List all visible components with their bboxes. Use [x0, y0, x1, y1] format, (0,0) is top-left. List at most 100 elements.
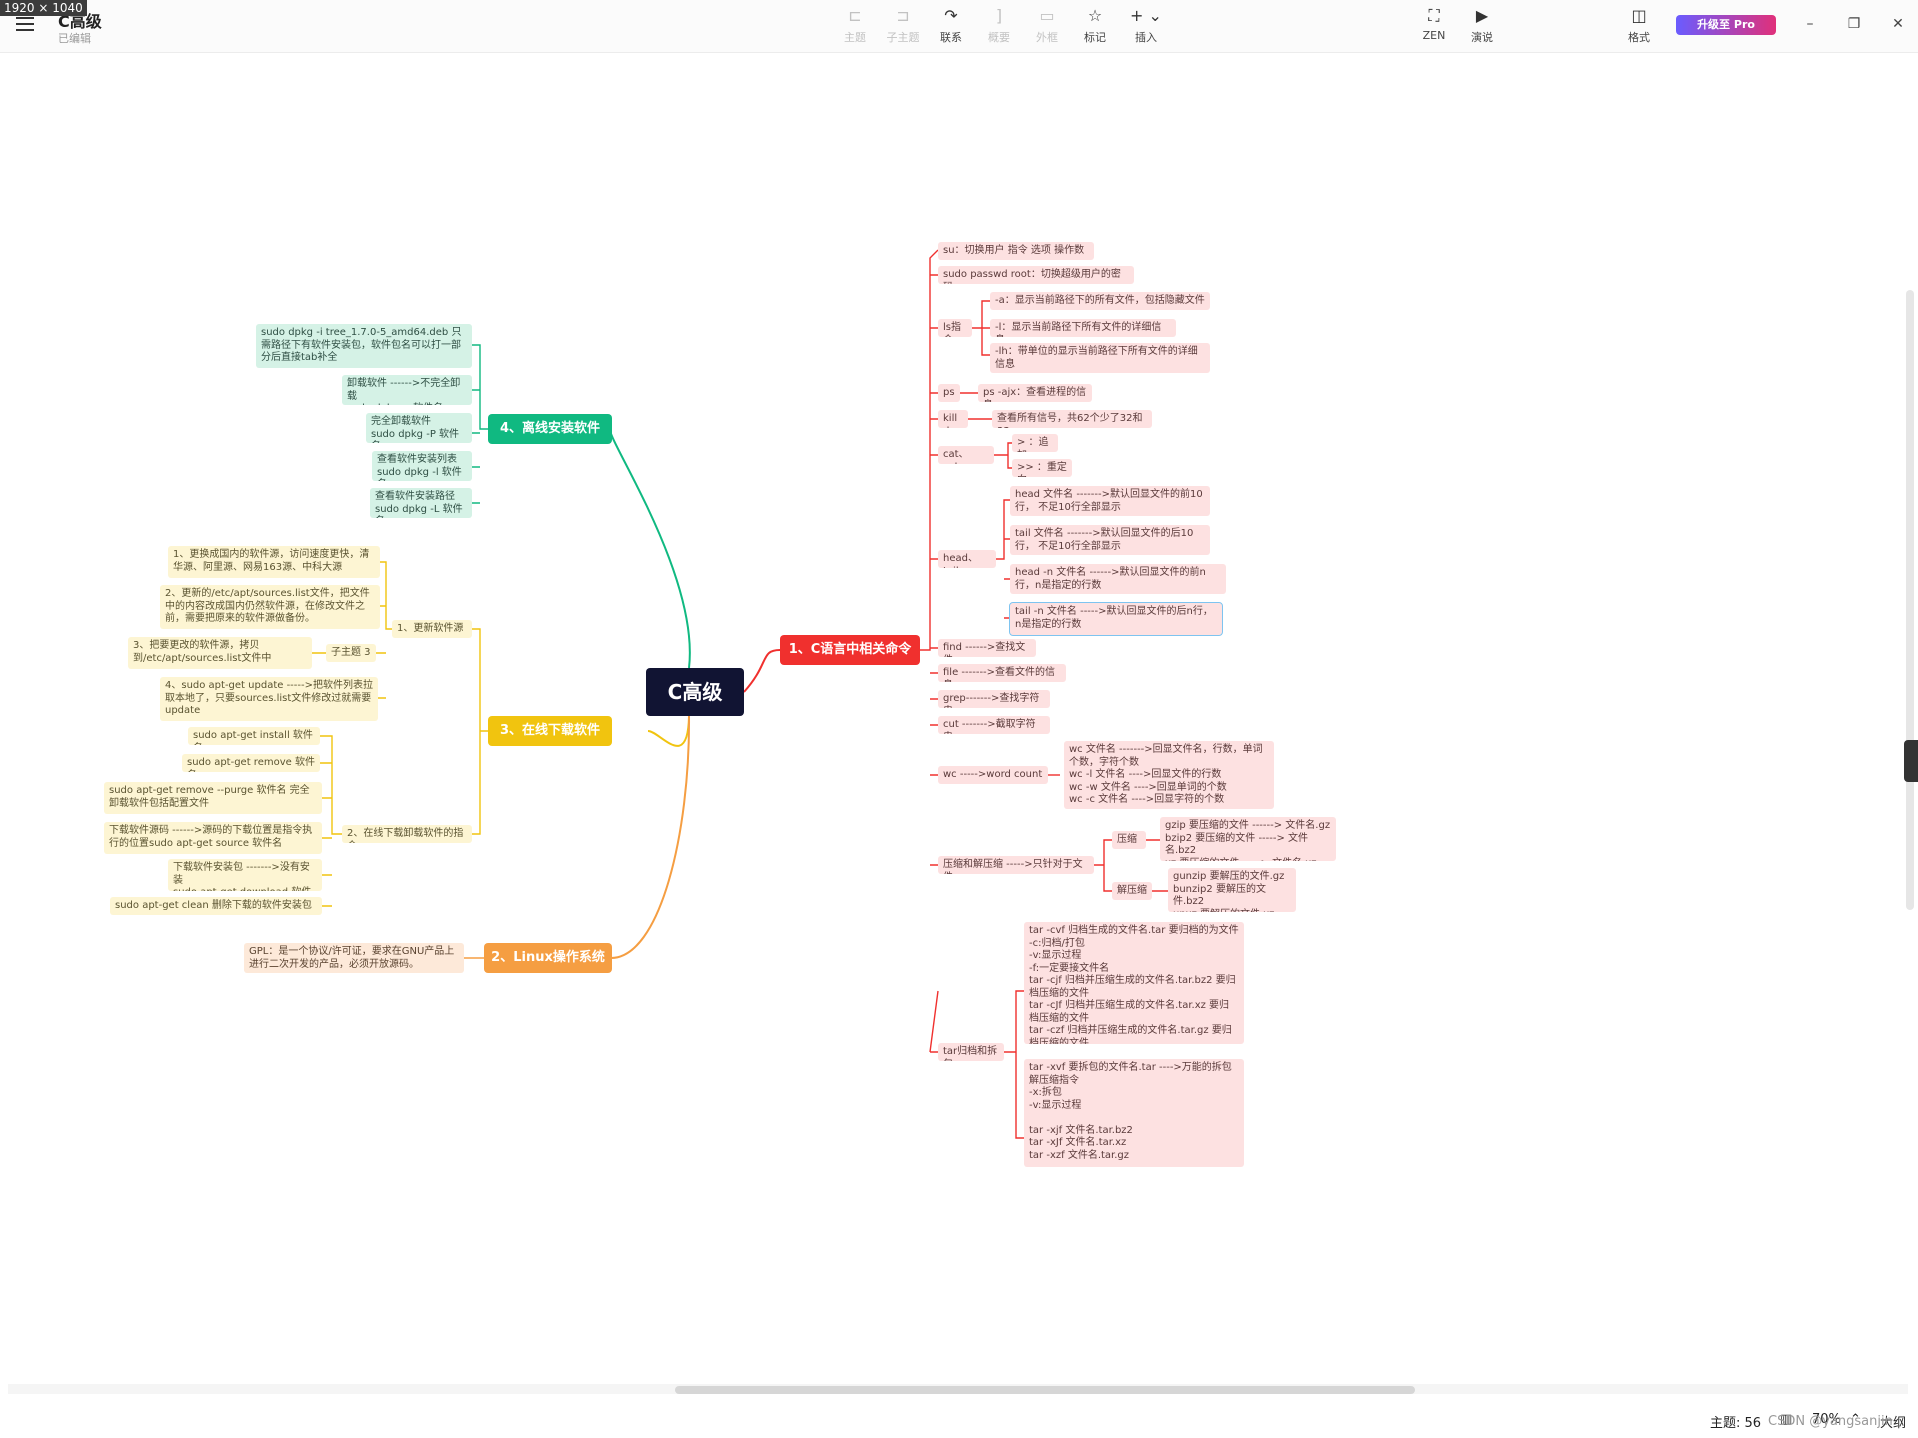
format-panel-icon: ◫ — [1631, 6, 1647, 25]
leaf-apt-clean[interactable]: sudo apt-get clean 删除下载的软件安装包 — [110, 897, 322, 915]
leaf-find[interactable]: find ------>查找文件 — [938, 639, 1036, 657]
leaf-cat-echo[interactable]: cat、echo — [938, 446, 994, 464]
leaf-apt-commands[interactable]: 2、在线下载卸载软件的指令 — [342, 825, 472, 843]
leaf-apt-source[interactable]: 下载软件源码 ------>源码的下载位置是指令执行的位置sudo apt-ge… — [104, 822, 322, 854]
relationship-icon: ↷ — [944, 6, 958, 25]
present-button[interactable]: ▶ 演说 — [1460, 6, 1504, 45]
topic-icon: ⊏ — [848, 6, 862, 25]
leaf-redirect[interactable]: >> ：重定向 — [1012, 459, 1072, 477]
leaf-apt-purge[interactable]: sudo apt-get remove --purge 软件名 完全卸载软件包括… — [104, 782, 322, 814]
leaf-tar-pack[interactable]: tar -cvf 归档生成的文件名.tar 要归档的为文件 -c:归档/打包 -… — [1024, 922, 1244, 1044]
summary-button[interactable]: ] 概要 — [977, 6, 1021, 45]
document-status: 已编辑 — [58, 32, 91, 45]
leaf-dpkg-i[interactable]: sudo dpkg -i tree_1.7.0-5_amd64.deb 只需路径… — [256, 324, 472, 368]
insert-button[interactable]: + ⌄ 插入 — [1124, 6, 1168, 45]
zen-button[interactable]: ⛶ ZEN — [1412, 6, 1456, 42]
status-bar: 主题: 56 ▥ 70% ⌃ 大纲 — [0, 1396, 1918, 1438]
minimize-icon[interactable]: – — [1800, 14, 1820, 34]
leaf-apt-remove[interactable]: sudo apt-get remove 软件名 — [182, 754, 320, 772]
leaf-tail-n[interactable]: tail -n 文件名 ----->默认回显文件的后n行，n是指定的行数 — [1009, 602, 1223, 636]
branch-online-download[interactable]: 3、在线下载软件 — [488, 716, 612, 746]
branch-linux-os[interactable]: 2、Linux操作系统 — [484, 943, 612, 973]
leaf-ls-lh[interactable]: -lh：带单位的显示当前路径下所有文件的详细信息 — [990, 343, 1210, 373]
leaf-wc[interactable]: wc ----->word count — [938, 766, 1048, 784]
topic-count: 主题: 56 — [1710, 1416, 1762, 1431]
leaf-update-step1[interactable]: 1、更换成国内的软件源，访问速度更快，清华源、阿里源、网易163源、中科大源 — [168, 546, 380, 578]
leaf-wc-detail[interactable]: wc 文件名 ------->回显文件名，行数，单词个数，字符个数 wc -l … — [1064, 741, 1274, 809]
upgrade-pro-button[interactable]: 升级至 Pro — [1676, 15, 1776, 35]
leaf-ls-l[interactable]: -l：显示当前路径下所有文件的详细信息 — [990, 319, 1176, 337]
link-root-b2 — [610, 715, 691, 959]
leaf-zip[interactable]: 压缩 — [1112, 831, 1146, 849]
leaf-gpl[interactable]: GPL：是一个协议/许可证，要求在GNU产品上进行二次开发的产品，必须开放源码。 — [244, 943, 464, 973]
subtopic-button[interactable]: ⊐ 子主题 — [881, 6, 925, 45]
leaf-ps-ajx[interactable]: ps -ajx：查看进程的信息 — [978, 384, 1092, 402]
leaf-su[interactable]: su：切换用户 指令 选项 操作数 — [938, 242, 1094, 260]
fullscreen-icon: ⛶ — [1428, 6, 1440, 25]
format-button[interactable]: ◫ 格式 — [1617, 6, 1661, 45]
leaf-update-step3[interactable]: 3、把要更改的软件源，拷贝到/etc/apt/sources.list文件中 — [128, 637, 312, 669]
b1-bracket — [920, 249, 939, 1053]
leaf-head-n[interactable]: head -n 文件名 ------>默认回显文件的前n行，n是指定的行数 — [1010, 564, 1226, 594]
side-panel-toggle[interactable] — [1904, 740, 1918, 782]
leaf-ps[interactable]: ps — [938, 384, 960, 402]
relationship-button[interactable]: ↷ 联系 — [929, 6, 973, 45]
branch-c-commands[interactable]: 1、C语言中相关命令 — [780, 635, 920, 665]
leaf-kill[interactable]: kill -l — [938, 410, 968, 428]
leaf-passwd[interactable]: sudo passwd root：切换超级用户的密码 — [938, 266, 1134, 284]
vertical-scrollbar[interactable] — [1906, 290, 1914, 910]
close-icon[interactable]: ✕ — [1888, 14, 1908, 34]
link-root-b4 — [609, 428, 691, 669]
boundary-button[interactable]: ▭ 外框 — [1025, 6, 1069, 45]
topic-button[interactable]: ⊏ 主题 — [833, 6, 877, 45]
plus-icon: + ⌄ — [1130, 6, 1162, 25]
leaf-update-step2[interactable]: 2、更新的/etc/apt/sources.list文件，把文件中的内容改成国内… — [160, 585, 380, 629]
leaf-apt-download[interactable]: 下载软件安装包 ------->没有安装 sudo apt-get downlo… — [168, 859, 322, 891]
top-toolbar: C高级 已编辑 ⊏ 主题 ⊐ 子主题 ↷ 联系 ] 概要 ▭ 外框 ☆ 标记 + ⌄ 插入 ⛶… — [0, 0, 1918, 53]
horizontal-scrollbar-thumb[interactable] — [675, 1386, 1415, 1394]
leaf-unzip-detail[interactable]: gunzip 要解压的文件.gz bunzip2 要解压的文件.bz2 unxz… — [1168, 868, 1296, 912]
size-badge: 1920 × 1040 — [0, 0, 87, 16]
b3-bracket — [472, 628, 488, 835]
leaf-dpkg-r[interactable]: 卸载软件 ------>不完全卸载 sudo dpkg -r 软件名 — [342, 375, 472, 405]
mindmap-canvas[interactable]: C高级 1、C语言中相关命令 su：切换用户 指令 选项 操作数 sudo pa… — [0, 53, 1918, 1383]
link-root-b1 — [743, 649, 781, 693]
summary-icon: ] — [995, 6, 1003, 25]
leaf-update-step4[interactable]: 4、sudo apt-get update ----->把软件列表拉取本地了，只… — [160, 677, 378, 721]
leaf-unzip[interactable]: 解压缩 — [1112, 882, 1152, 900]
b4-bracket — [472, 344, 488, 504]
link-root-b3 — [647, 715, 690, 747]
leaf-dpkg-l[interactable]: 查看软件安装列表 sudo dpkg -l 软件名 — [372, 451, 472, 481]
leaf-dpkg-P[interactable]: 完全卸载软件 sudo dpkg -P 软件名 — [366, 413, 472, 443]
leaf-tar[interactable]: tar归档和拆包 — [938, 1043, 1004, 1061]
leaf-kill-desc[interactable]: 查看所有信号，共62个少了32和33 — [992, 410, 1152, 428]
branch-offline-install[interactable]: 4、离线安装软件 — [488, 414, 612, 444]
leaf-ls[interactable]: ls指令 — [938, 319, 972, 337]
leaf-apt-install[interactable]: sudo apt-get install 软件名 — [188, 727, 320, 745]
leaf-head-tail[interactable]: head、tail — [938, 550, 996, 568]
head-bracket — [996, 499, 1010, 619]
leaf-append[interactable]: > ：追加 — [1012, 434, 1058, 452]
leaf-tail-default[interactable]: tail 文件名 ------->默认回显文件的后10行， 不足10行全部显示 — [1010, 525, 1210, 555]
leaf-zip-detail[interactable]: gzip 要压缩的文件 ------> 文件名.gz bzip2 要压缩的文件 … — [1160, 817, 1336, 861]
leaf-subtopic-3[interactable]: 子主题 3 — [326, 644, 376, 662]
leaf-update-source[interactable]: 1、更新软件源 — [392, 620, 472, 638]
leaf-tar-unpack[interactable]: tar -xvf 要拆包的文件名.tar ---->万能的拆包解压缩指令 -x:… — [1024, 1059, 1244, 1167]
boundary-icon: ▭ — [1039, 6, 1055, 25]
hamburger-menu-icon[interactable] — [16, 17, 34, 31]
leaf-head-default[interactable]: head 文件名 ------->默认回显文件的前10行， 不足10行全部显示 — [1010, 486, 1210, 516]
restore-icon[interactable]: ❐ — [1844, 14, 1864, 34]
leaf-grep[interactable]: grep------->查找字符串 — [938, 690, 1050, 708]
leaf-dpkg-L[interactable]: 查看软件安装路径 sudo dpkg -L 软件名 — [370, 488, 472, 518]
watermark-credit: CSDN @yangsanjin — [1768, 1414, 1893, 1429]
star-icon: ☆ — [1087, 6, 1103, 25]
leaf-file[interactable]: file ------->查看文件的信息 — [938, 664, 1066, 682]
leaf-compress[interactable]: 压缩和解压缩 ----->只针对于文件 — [938, 856, 1094, 874]
leaf-cut[interactable]: cut ------->截取字符串 — [938, 716, 1050, 734]
subtopic-icon: ⊐ — [896, 6, 910, 25]
ls-bracket — [972, 300, 990, 356]
root-topic[interactable]: C高级 — [646, 668, 744, 716]
tar-bracket — [1004, 990, 1024, 1139]
marker-button[interactable]: ☆ 标记 — [1073, 6, 1117, 45]
leaf-ls-a[interactable]: -a：显示当前路径下的所有文件，包括隐藏文件 — [990, 292, 1210, 310]
